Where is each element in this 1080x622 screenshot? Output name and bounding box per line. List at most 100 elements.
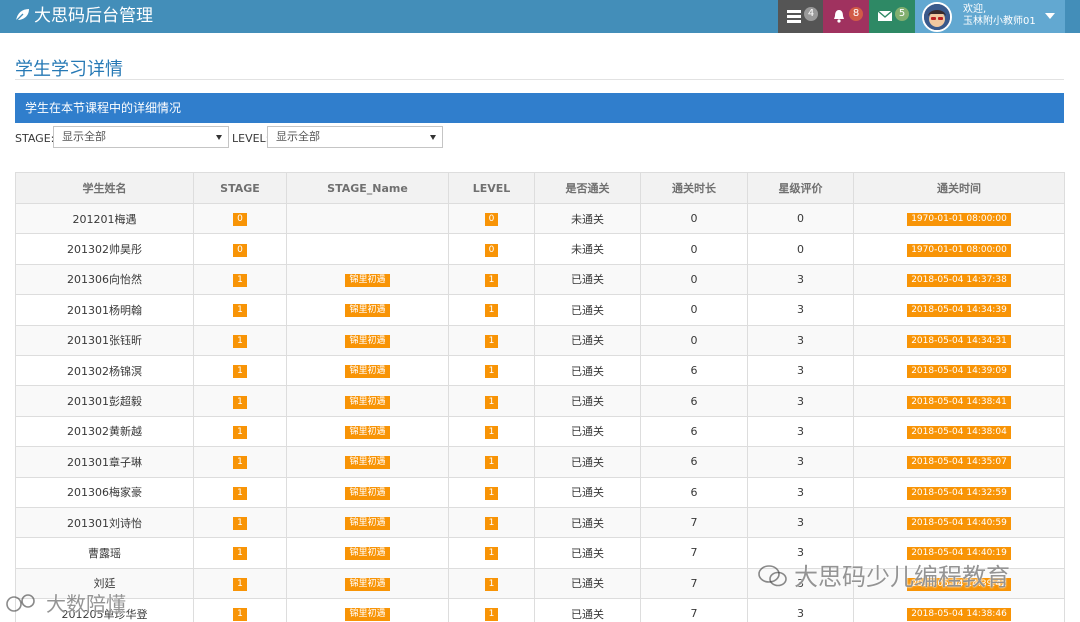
messages-badge: 5 [895, 7, 909, 21]
cell-duration: 0 [640, 294, 748, 326]
cell-passed: 未通关 [534, 233, 641, 265]
cell-stage-label: 1 [233, 365, 247, 379]
cell-passed: 已通关 [534, 446, 641, 478]
cell-stage-name: 锦里初遇 [286, 446, 449, 478]
cell-pass-time-label: 2018-05-04 14:38:04 [907, 425, 1011, 439]
cell-pass-time: 2018-05-04 14:37:38 [853, 263, 1065, 296]
cell-pass-time: 2018-05-04 14:35:07 [853, 446, 1065, 478]
column-header-stars[interactable]: 星级评价 [747, 172, 854, 204]
cell-pass-time-label: 1970-01-01 08:00:00 [907, 213, 1011, 227]
brand[interactable]: 大思码后台管理 [14, 0, 153, 33]
notifications-button[interactable]: 8 [823, 0, 869, 33]
level-select-value: 显示全部 [276, 130, 320, 143]
cell-pass-time-label: 2018-05-04 14:35:07 [907, 456, 1011, 470]
cell-passed: 已通关 [534, 598, 641, 622]
stage-filter-label: STAGE: [15, 132, 55, 145]
cell-level: 1 [448, 567, 535, 600]
cell-pass-time: 1970-01-01 08:00:00 [853, 233, 1065, 265]
cell-stage: 1 [193, 415, 287, 448]
column-header-pass-time[interactable]: 通关时间 [853, 172, 1065, 204]
cell-stage-name: 锦里初遇 [286, 598, 449, 622]
cell-pass-time: 2018-05-04 14:38:41 [853, 385, 1065, 417]
table-row: 201301章子琳 1 锦里初遇 1 已通关 6 3 2018-05-04 14:35:07 [15, 446, 1065, 478]
cell-stage-label: 0 [233, 243, 247, 257]
cell-student-name: 曹露瑶 [15, 537, 194, 569]
user-menu[interactable]: 欢迎, 玉林附小教师01 [915, 0, 1065, 33]
cell-pass-time: 1970-01-01 08:00:00 [853, 202, 1065, 235]
cell-student-name: 201302黄新越 [15, 415, 194, 448]
cell-passed: 已通关 [534, 294, 641, 326]
cell-stage-label: 1 [233, 577, 247, 591]
divider [15, 79, 1064, 80]
cell-level-label: 1 [484, 577, 499, 591]
weibo-logo-icon [6, 594, 35, 612]
table-row: 201205单珍华登 1 锦里初遇 1 已通关 7 3 2018-05-04 14:38:46 [15, 598, 1065, 622]
cell-stage-name-label: 锦里初遇 [345, 608, 390, 622]
level-filter-label: LEVEL: [232, 132, 270, 145]
top-navbar: 大思码后台管理 4 8 5 欢迎, 玉林附小教师01 [0, 0, 1080, 33]
cell-stage-name: 锦里初遇 [286, 354, 449, 387]
cell-stage: 1 [193, 446, 287, 478]
cell-stage-name [286, 233, 449, 265]
cell-level: 1 [448, 506, 535, 539]
table-row: 201302帅昊彤 0 0 未通关 0 0 1970-01-01 08:00:00 [15, 233, 1065, 265]
cell-level-label: 1 [484, 334, 499, 348]
bell-icon [834, 10, 844, 23]
column-header-student-name[interactable]: 学生姓名 [15, 172, 194, 204]
table-row: 201302杨锦溟 1 锦里初遇 1 已通关 6 3 2018-05-04 14:39:09 [15, 354, 1065, 387]
cell-stage-name-label: 锦里初遇 [345, 334, 390, 348]
cell-stage-label: 1 [233, 486, 247, 500]
tasks-button[interactable]: 4 [778, 0, 823, 33]
cell-stars: 0 [747, 202, 854, 235]
stage-select[interactable]: 显示全部 [53, 126, 229, 148]
user-greeting: 欢迎, [963, 4, 987, 15]
column-header-stage[interactable]: STAGE [193, 172, 287, 204]
cell-duration: 7 [640, 537, 748, 569]
cell-stage-label: 1 [233, 547, 247, 561]
column-header-duration[interactable]: 通关时长 [640, 172, 748, 204]
cell-stars: 0 [747, 233, 854, 265]
cell-stars: 3 [747, 385, 854, 417]
cell-passed: 已通关 [534, 415, 641, 448]
column-header-passed[interactable]: 是否通关 [534, 172, 641, 204]
cell-passed: 已通关 [534, 385, 641, 417]
cell-passed: 已通关 [534, 324, 641, 356]
column-header-stage-name[interactable]: STAGE_Name [286, 172, 449, 204]
cell-pass-time-label: 2018-05-04 14:38:41 [907, 395, 1011, 409]
cell-level: 1 [448, 537, 535, 569]
cell-level: 0 [448, 233, 535, 265]
cell-stage: 1 [193, 476, 287, 508]
cell-stage-label: 1 [233, 334, 247, 348]
weibo-watermark: 大数陪懂 [6, 588, 126, 617]
cell-passed: 未通关 [534, 202, 641, 235]
cell-stage: 1 [193, 598, 287, 622]
cell-stage: 1 [193, 506, 287, 539]
cell-level-label: 1 [484, 456, 499, 470]
cell-level-label: 1 [484, 365, 499, 379]
cell-student-name: 201302杨锦溟 [15, 354, 194, 387]
messages-button[interactable]: 5 [869, 0, 915, 33]
cell-stars: 3 [747, 324, 854, 356]
cell-stage-label: 1 [233, 304, 247, 318]
cell-stage-label: 1 [233, 395, 247, 409]
column-header-level[interactable]: LEVEL [448, 172, 535, 204]
cell-student-name: 201301彭超毅 [15, 385, 194, 417]
wechat-logo-icon [758, 565, 787, 587]
cell-stage-name-label: 锦里初遇 [345, 577, 390, 591]
cell-pass-time: 2018-05-04 14:40:59 [853, 506, 1065, 539]
cell-stage-name-label: 锦里初遇 [345, 486, 390, 500]
cell-stage-name: 锦里初遇 [286, 567, 449, 600]
wechat-watermark-text: 大思码少儿编程教育 [794, 563, 1010, 591]
cell-stage: 1 [193, 294, 287, 326]
cell-level-label: 1 [484, 425, 499, 439]
cell-stars: 3 [747, 476, 854, 508]
cell-stage-name: 锦里初遇 [286, 385, 449, 417]
level-select[interactable]: 显示全部 [267, 126, 443, 148]
cell-stage-label: 1 [233, 273, 247, 287]
brand-title: 大思码后台管理 [34, 6, 153, 26]
table-header-row: 学生姓名 STAGE STAGE_Name LEVEL 是否通关 通关时长 星级… [15, 172, 1065, 204]
cell-duration: 0 [640, 233, 748, 265]
cell-stage-name-label: 锦里初遇 [345, 273, 390, 287]
cell-stars: 3 [747, 415, 854, 448]
cell-pass-time: 2018-05-04 14:34:31 [853, 324, 1065, 356]
